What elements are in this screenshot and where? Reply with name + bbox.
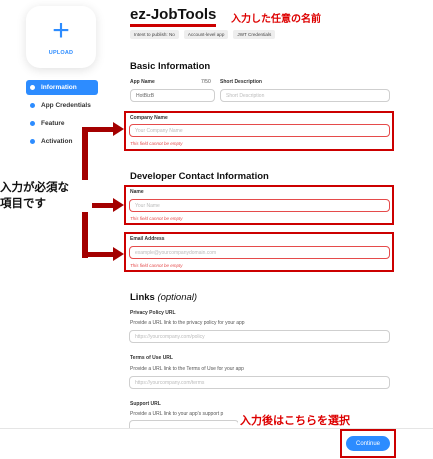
email-label: Email Address	[130, 236, 165, 242]
company-name-label: Company Name	[130, 115, 168, 121]
app-title: ez-JobTools	[130, 6, 217, 27]
annotation-select-continue: 入力後はこちらを選択	[238, 412, 352, 428]
terms-of-use-label: Terms of Use URL	[130, 355, 173, 361]
app-name-value: HotBizB	[136, 92, 155, 99]
name-placeholder: Your Name	[135, 202, 160, 209]
privacy-policy-placeholder: https://yourcompany.com/policy	[135, 333, 205, 340]
app-name-label: App Name	[130, 79, 155, 85]
links-title-optional: (optional)	[157, 292, 198, 303]
arrow-shaft-company	[82, 127, 114, 132]
company-name-input[interactable]: Your Company Name	[129, 124, 390, 137]
annotation-required-line1: 入力が必須な	[0, 182, 69, 194]
tag-account-level: Account-level app	[183, 30, 229, 39]
step-dot-icon	[30, 103, 35, 108]
arrow-shaft-email	[82, 252, 114, 257]
name-label: Name	[130, 189, 144, 195]
company-name-placeholder: Your Company Name	[135, 127, 183, 134]
tag-publish: Intent to publish: No	[130, 30, 179, 39]
links-title-text: Links	[130, 292, 155, 303]
company-name-error: This field cannot be empty	[130, 141, 183, 146]
sidebar-item-label: Activation	[41, 138, 73, 145]
upload-label: UPLOAD	[48, 50, 74, 56]
short-description-label: Short Description	[220, 79, 262, 85]
support-url-input[interactable]	[129, 420, 239, 428]
email-input[interactable]: example@yourcompanydomain.com	[129, 246, 390, 259]
email-error: This field cannot be empty	[130, 263, 183, 268]
links-title: Links (optional)	[130, 292, 197, 303]
app-name-counter: 7/50	[201, 79, 211, 85]
arrow-head-name-icon	[113, 198, 124, 212]
terms-of-use-input[interactable]: https://yourcompany.com/terms	[129, 376, 390, 389]
terms-of-use-help: Provide a URL link to the Terms of Use f…	[130, 366, 244, 372]
sidebar-item-label: App Credentials	[41, 102, 91, 109]
annotation-required-line2: 項目です	[0, 198, 46, 210]
sidebar-item-information[interactable]: Information	[26, 80, 98, 95]
sidebar-item-label: Information	[41, 84, 77, 91]
step-dot-icon	[30, 121, 35, 126]
email-placeholder: example@yourcompanydomain.com	[135, 249, 217, 256]
arrow-head-email-icon	[113, 247, 124, 261]
upload-button[interactable]: + UPLOAD	[26, 6, 96, 68]
tag-jwt: JWT Credentials	[233, 30, 276, 39]
privacy-policy-label: Privacy Policy URL	[130, 310, 176, 316]
short-description-placeholder: Short Description	[226, 92, 265, 99]
annotation-required-fields: 入力が必須な 項目です	[0, 180, 92, 212]
annotation-app-name: 入力した任意の名前	[231, 14, 321, 25]
support-url-label: Support URL	[130, 401, 161, 407]
privacy-policy-input[interactable]: https://yourcompany.com/policy	[129, 330, 390, 343]
short-description-input[interactable]: Short Description	[220, 89, 390, 102]
app-name-input[interactable]: HotBizB	[130, 89, 215, 102]
plus-icon: +	[52, 14, 70, 47]
name-input[interactable]: Your Name	[129, 199, 390, 212]
arrow-head-company-icon	[113, 122, 124, 136]
basic-info-title: Basic Information	[130, 61, 211, 72]
terms-of-use-placeholder: https://yourcompany.com/terms	[135, 379, 205, 386]
step-dot-icon	[30, 85, 35, 90]
support-url-help: Provide a URL link to your app's support…	[130, 411, 224, 417]
app-tags: Intent to publish: No Account-level app …	[130, 30, 276, 39]
privacy-policy-help: Provide a URL link to the privacy policy…	[130, 320, 245, 326]
continue-button[interactable]: Continue	[346, 436, 390, 451]
developer-contact-title: Developer Contact Information	[130, 171, 269, 182]
sidebar-item-app-credentials[interactable]: App Credentials	[26, 98, 98, 113]
step-dot-icon	[30, 139, 35, 144]
name-error: This field cannot be empty	[130, 216, 183, 221]
sidebar-item-label: Feature	[41, 120, 65, 127]
